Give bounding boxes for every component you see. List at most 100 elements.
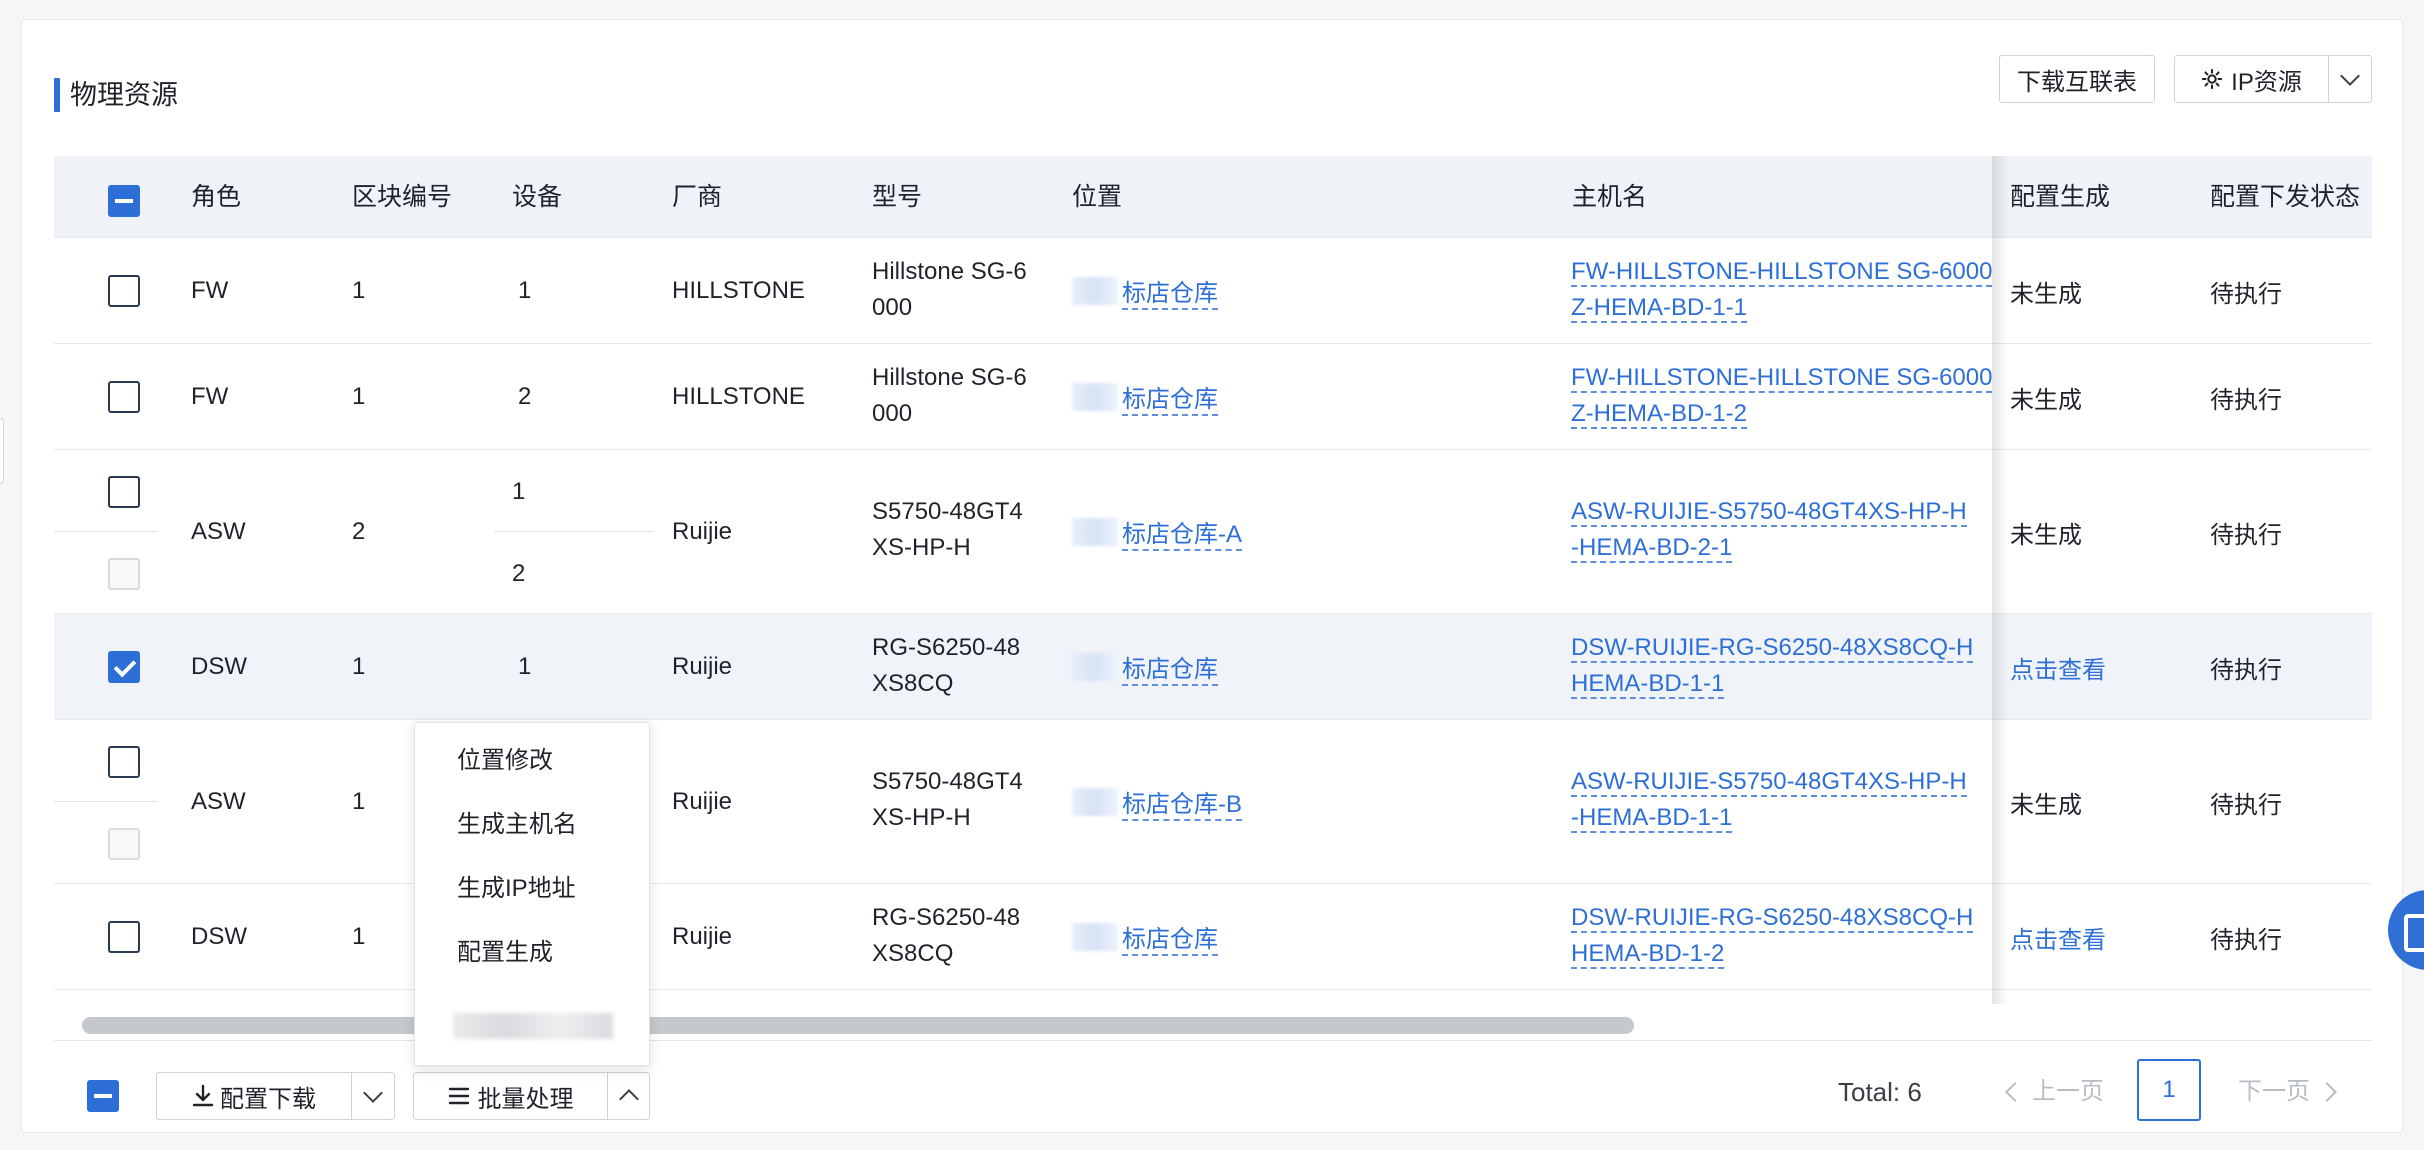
cell-model: Hillstone SG-6 000 (872, 364, 1027, 427)
chevron-down-icon (363, 1083, 383, 1103)
cell-config-gen: 未生成 (2010, 280, 2082, 308)
table-row-selected[interactable]: DSW 1 1 Ruijie RG-S6250-48 XS8CQ 标店仓库 DSW… (54, 614, 2372, 720)
batch-process-button[interactable]: 批量处理 (413, 1072, 608, 1120)
cell-role: DSW (191, 923, 247, 950)
sub-row-divider (494, 531, 654, 532)
table-row[interactable]: FW 1 1 HILLSTONE Hillstone SG-6 000 标店仓库 … (54, 238, 2372, 344)
cell-model: RG-S6250-48 XS8CQ (872, 634, 1021, 697)
row-checkbox[interactable] (108, 746, 140, 778)
menu-item-redacted[interactable] (453, 1013, 613, 1039)
batch-process-label: 批量处理 (477, 1085, 574, 1113)
header-location: 位置 (1072, 183, 1123, 211)
config-download-dropdown-button[interactable] (351, 1072, 395, 1120)
batch-process-dropdown-button[interactable] (607, 1072, 650, 1120)
table-row[interactable]: ASW 2 1 2 Ruijie S5750-48GT4 XS-HP-H 标店仓库… (54, 450, 2372, 614)
ip-resource-button[interactable]: IP资源 (2174, 55, 2329, 103)
cell-config-status: 待执行 (2210, 521, 2282, 549)
row-checkbox[interactable] (108, 275, 140, 307)
sub-row-divider (54, 801, 158, 802)
ip-resource-label: IP资源 (2231, 68, 2302, 96)
header-device: 设备 (512, 183, 563, 211)
redacted-location (1072, 653, 1118, 681)
chevron-up-icon (618, 1089, 639, 1109)
cell-vendor: HILLSTONE (672, 277, 805, 304)
cell-location[interactable]: 标店仓库 (1072, 614, 1218, 720)
horizontal-scrollbar[interactable] (54, 1010, 2372, 1040)
cell-device: 2 (512, 560, 526, 587)
cell-block: 1 (352, 277, 366, 304)
cell-hostname-link[interactable]: FW-HILLSTONE-HILLSTONE SG-6000 Z-HEMA-BD-… (1571, 360, 2003, 432)
menu-item-generate-hostname[interactable]: 生成主机名 (457, 805, 577, 845)
footer-select-all-checkbox[interactable] (87, 1080, 119, 1112)
fixed-column-shadow (1992, 156, 2008, 1004)
section-title: 物理资源 (70, 80, 178, 110)
cell-role: FW (191, 277, 229, 304)
menu-item-edit-location[interactable]: 位置修改 (457, 741, 553, 781)
view-config-link[interactable]: 点击查看 (2010, 884, 2106, 990)
cell-hostname-link[interactable]: ASW-RUIJIE-S5750-48GT4XS-HP-H -HEMA-BD-1-… (1571, 764, 2003, 836)
prev-page-button[interactable]: 上一页 (2005, 1070, 2104, 1114)
cell-block: 1 (352, 923, 366, 950)
cell-hostname-link[interactable]: ASW-RUIJIE-S5750-48GT4XS-HP-H -HEMA-BD-2-… (1571, 494, 2003, 566)
config-download-button[interactable]: 配置下载 (156, 1072, 352, 1120)
prev-page-label: 上一页 (2032, 1078, 2104, 1105)
header-block-no: 区块编号 (352, 183, 453, 211)
page-number-current[interactable]: 1 (2137, 1059, 2201, 1121)
header-config-status: 配置下发状态 (2210, 183, 2361, 211)
cell-block: 1 (352, 788, 366, 815)
cell-device: 2 (518, 383, 532, 410)
download-interconnect-button[interactable]: 下载互联表 (1999, 55, 2155, 103)
select-all-checkbox[interactable] (108, 185, 140, 217)
menu-item-generate-ip[interactable]: 生成IP地址 (457, 869, 576, 909)
scrollbar-thumb[interactable] (82, 1017, 1634, 1034)
table-row[interactable]: ASW 1 Ruijie S5750-48GT4 XS-HP-H 标店仓库-B A… (54, 720, 2372, 884)
next-page-button[interactable]: 下一页 (2238, 1070, 2337, 1114)
redacted-location (1072, 277, 1118, 305)
chevron-down-icon (2340, 66, 2360, 86)
redacted-location (1072, 383, 1118, 411)
side-panel-tab[interactable] (0, 418, 4, 484)
row-checkbox[interactable] (108, 476, 140, 508)
row-checkbox[interactable] (108, 381, 140, 413)
cell-model: RG-S6250-48 XS8CQ (872, 904, 1021, 967)
cell-device: 1 (518, 653, 532, 680)
cell-model: S5750-48GT4 XS-HP-H (872, 498, 1023, 561)
row-checkbox-checked[interactable] (108, 651, 140, 683)
row-checkbox-disabled (108, 558, 140, 590)
cell-block: 1 (352, 383, 366, 410)
cell-vendor: Ruijie (672, 788, 733, 815)
header-vendor: 厂商 (672, 183, 723, 211)
cell-vendor: Ruijie (672, 518, 733, 545)
table-row[interactable]: FW 1 2 HILLSTONE Hillstone SG-6 000 标店仓库 … (54, 344, 2372, 450)
cell-location[interactable]: 标店仓库-B (1072, 720, 1242, 884)
row-checkbox[interactable] (108, 921, 140, 953)
resource-table: 角色 区块编号 设备 厂商 型号 位置 主机名 配置生成 配置下发状态 FW 1… (54, 156, 2372, 1004)
cell-config-status: 待执行 (2210, 656, 2282, 684)
cell-location[interactable]: 标店仓库 (1072, 238, 1218, 344)
cell-hostname-link[interactable]: FW-HILLSTONE-HILLSTONE SG-6000 Z-HEMA-BD-… (1571, 254, 2003, 326)
sub-row-divider (54, 531, 158, 532)
menu-item-generate-config[interactable]: 配置生成 (457, 933, 553, 973)
ip-resource-dropdown-button[interactable] (2328, 55, 2372, 103)
cell-config-gen: 未生成 (2010, 791, 2082, 819)
cell-vendor: Ruijie (672, 653, 733, 680)
table-row[interactable]: DSW 1 Ruijie RG-S6250-48 XS8CQ 标店仓库 DSW-R… (54, 884, 2372, 990)
gear-icon (2201, 68, 2223, 90)
cell-location[interactable]: 标店仓库-A (1072, 450, 1242, 614)
cell-config-status: 待执行 (2210, 926, 2282, 954)
cell-location[interactable]: 标店仓库 (1072, 344, 1218, 450)
cell-config-status: 待执行 (2210, 386, 2282, 414)
cell-role: ASW (191, 788, 246, 815)
redacted-location (1072, 788, 1118, 816)
cell-location[interactable]: 标店仓库 (1072, 884, 1218, 990)
header-hostname: 主机名 (1572, 183, 1648, 211)
config-download-label: 配置下载 (220, 1085, 316, 1113)
cell-hostname-link[interactable]: DSW-RUIJIE-RG-S6250-48XS8CQ-H HEMA-BD-1-2 (1571, 900, 2003, 972)
row-checkbox-disabled (108, 828, 140, 860)
cell-vendor: HILLSTONE (672, 383, 805, 410)
cell-config-status: 待执行 (2210, 791, 2282, 819)
cell-model: Hillstone SG-6 000 (872, 258, 1027, 321)
view-config-link[interactable]: 点击查看 (2010, 614, 2106, 720)
cell-hostname-link[interactable]: DSW-RUIJIE-RG-S6250-48XS8CQ-H HEMA-BD-1-1 (1571, 630, 2003, 702)
header-role: 角色 (191, 183, 242, 211)
